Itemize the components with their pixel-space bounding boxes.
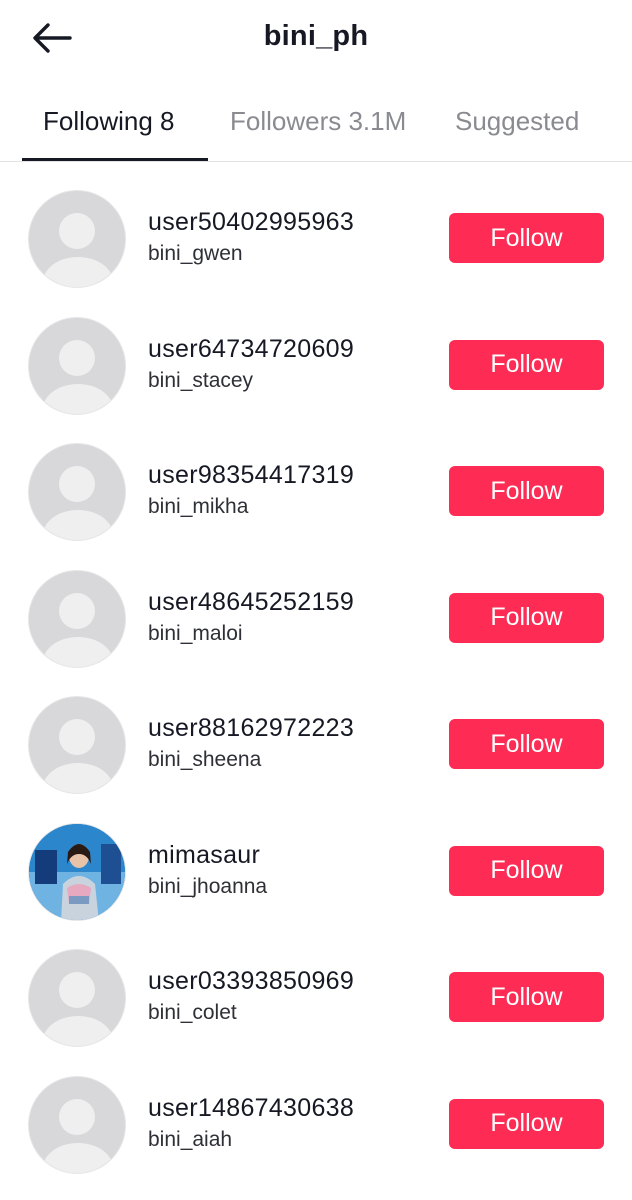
default-avatar-icon — [59, 1098, 95, 1135]
follow-button[interactable]: Follow — [449, 719, 604, 769]
avatar[interactable] — [28, 316, 126, 415]
list-item[interactable]: user48645252159 bini_maloi Follow — [0, 543, 632, 670]
nickname: bini_jhoanna — [148, 874, 268, 898]
nickname: bini_maloi — [148, 621, 243, 645]
follow-button[interactable]: Follow — [449, 845, 604, 896]
nickname: bini_aiah — [148, 1127, 233, 1151]
list-item[interactable]: user64734720609 bini_stacey Follow — [0, 290, 632, 417]
username: user48645252159 — [148, 587, 355, 616]
default-avatar-icon — [59, 339, 95, 376]
follow-button[interactable]: Follow — [449, 592, 604, 643]
follow-button[interactable]: Follow — [449, 972, 604, 1022]
avatar[interactable] — [28, 569, 126, 668]
follow-button[interactable]: Follow — [449, 1098, 604, 1149]
tab-bar: Following 8 Followers 3.1M Suggested — [0, 92, 632, 162]
avatar[interactable] — [28, 822, 126, 921]
nickname: bini_mikha — [148, 495, 249, 518]
username: mimasaur — [148, 840, 261, 869]
default-avatar-icon — [59, 972, 95, 1008]
avatar[interactable] — [28, 443, 126, 541]
avatar[interactable] — [28, 1075, 126, 1174]
avatar[interactable] — [28, 949, 126, 1047]
default-avatar-icon — [59, 592, 95, 629]
list-item[interactable]: user14867430638 bini_aiah Follow — [0, 1049, 632, 1176]
username: user88162972223 — [148, 714, 355, 742]
tab-suggested[interactable]: Suggested — [455, 106, 579, 137]
list-item[interactable]: user98354417319 bini_mikha Follow — [0, 416, 632, 543]
list-item[interactable]: mimasaur bini_jhoanna Follow — [0, 796, 632, 923]
username: user03393850969 — [148, 967, 355, 995]
nickname: bini_gwen — [148, 242, 243, 265]
default-avatar-icon — [59, 719, 95, 755]
follow-button[interactable]: Follow — [449, 339, 604, 390]
tab-following[interactable]: Following 8 — [43, 106, 175, 137]
username: user50402995963 — [148, 208, 355, 236]
profile-photo — [29, 823, 125, 920]
top-bar: bini_ph — [0, 0, 632, 80]
list-item[interactable]: user88162972223 bini_sheena Follow — [0, 669, 632, 796]
username: user98354417319 — [148, 461, 355, 489]
default-avatar-icon — [59, 213, 95, 249]
list-item[interactable]: user50402995963 bini_gwen Follow — [0, 163, 632, 290]
avatar[interactable] — [28, 190, 126, 288]
username: user64734720609 — [148, 334, 355, 363]
active-tab-indicator — [22, 158, 208, 161]
nickname: bini_stacey — [148, 368, 254, 392]
nickname: bini_colet — [148, 1001, 237, 1024]
nickname: bini_sheena — [148, 748, 262, 771]
list-item[interactable]: user03393850969 bini_colet Follow — [0, 922, 632, 1049]
default-avatar-icon — [59, 466, 95, 502]
avatar[interactable] — [28, 696, 126, 794]
follow-button[interactable]: Follow — [449, 213, 604, 263]
username: user14867430638 — [148, 1093, 355, 1122]
following-list: user50402995963 bini_gwen Follow user647… — [0, 163, 632, 1175]
follow-button[interactable]: Follow — [449, 466, 604, 516]
tab-followers[interactable]: Followers 3.1M — [230, 106, 406, 137]
page-title: bini_ph — [263, 20, 369, 52]
